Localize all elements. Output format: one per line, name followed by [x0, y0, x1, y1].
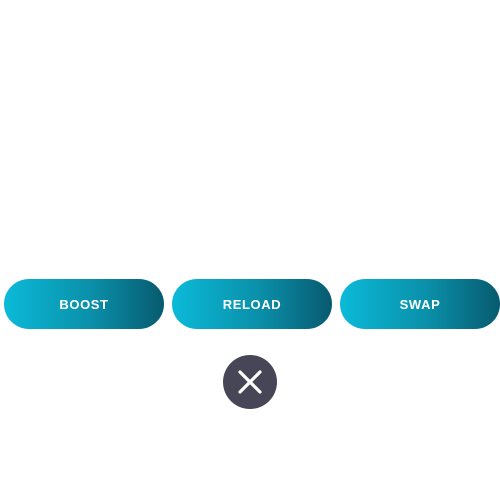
boost-button-label: BOOST: [59, 296, 109, 312]
reload-button[interactable]: RELOAD: [172, 279, 332, 329]
screen: BOOST RELOAD SWAP: [0, 0, 500, 500]
swap-button[interactable]: SWAP: [340, 279, 500, 329]
close-icon: [238, 370, 262, 394]
close-button[interactable]: [223, 355, 277, 409]
boost-button[interactable]: BOOST: [4, 279, 164, 329]
action-button-row: BOOST RELOAD SWAP: [4, 279, 500, 329]
reload-button-label: RELOAD: [222, 296, 282, 312]
swap-button-label: SWAP: [399, 296, 441, 312]
